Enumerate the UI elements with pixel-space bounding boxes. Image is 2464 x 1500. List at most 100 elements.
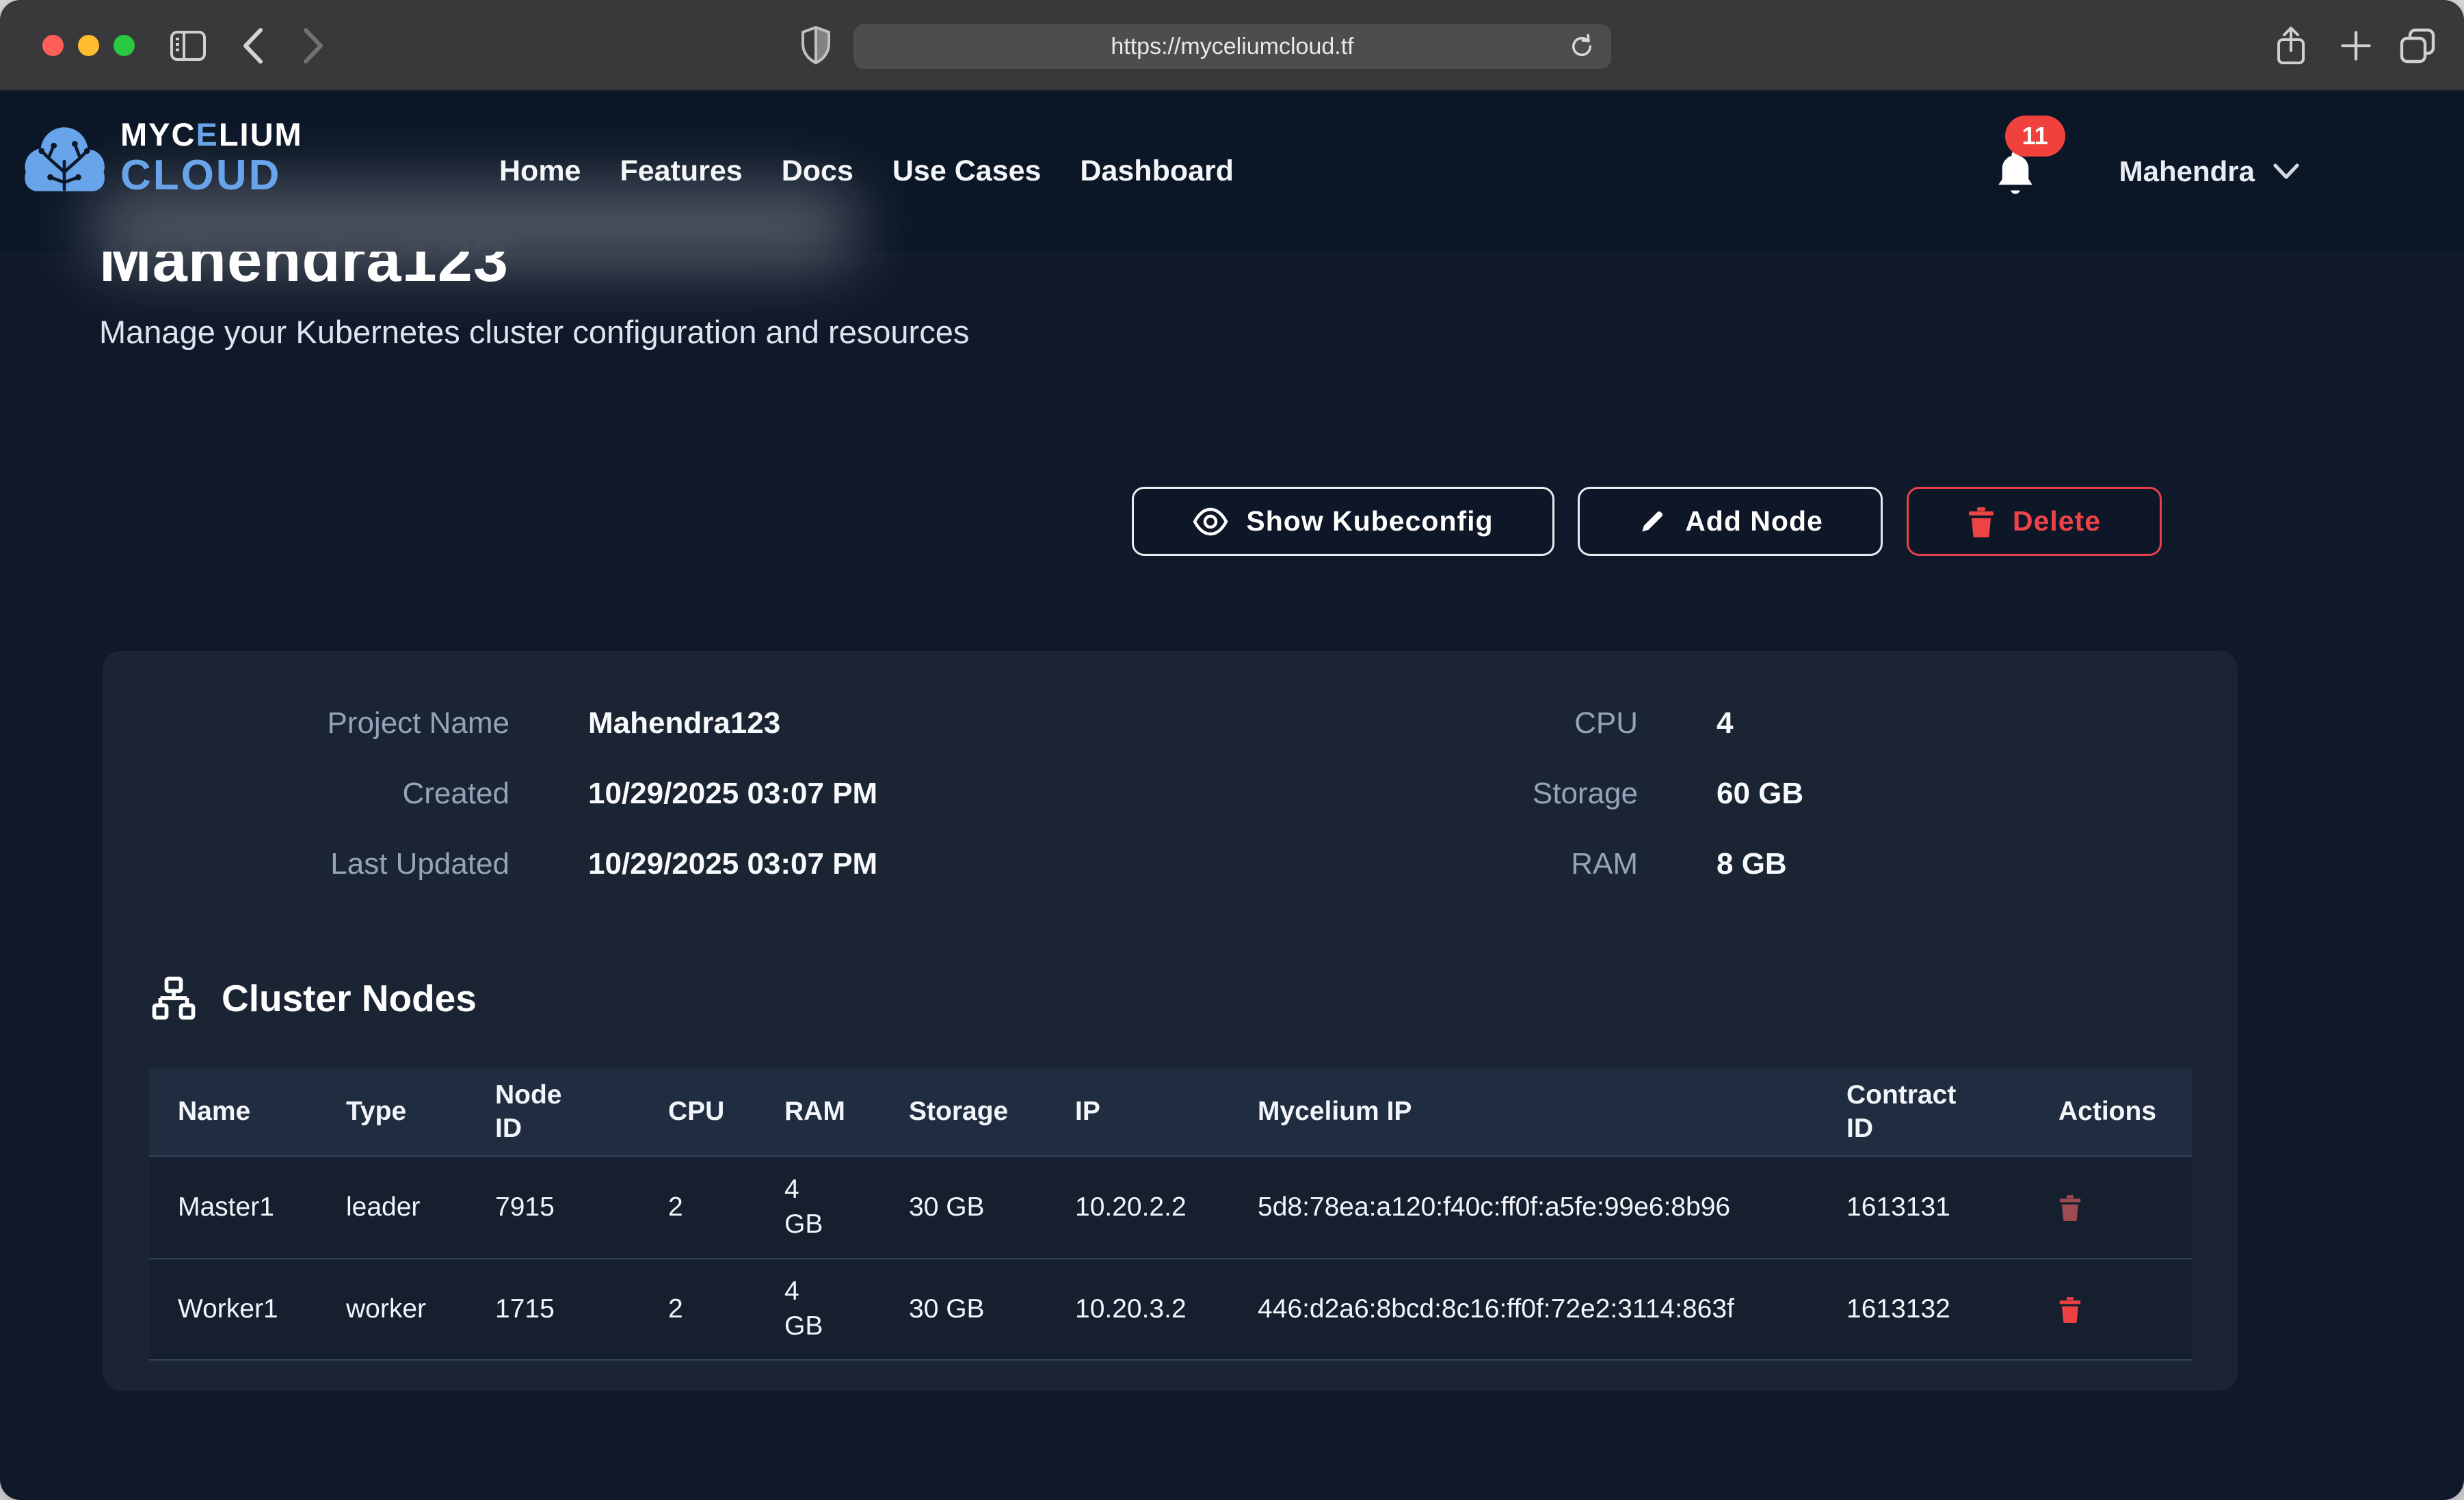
browser-window: https://myceliumcloud.tf Mahendra123 Man… [0, 0, 2464, 1500]
table-row: Master1 leader 7915 2 4 GB 30 GB 10.20.2… [149, 1155, 2193, 1258]
notification-badge: 11 [2005, 116, 2065, 157]
browser-chrome: https://myceliumcloud.tf [0, 0, 2464, 91]
delete-node-button[interactable] [2058, 1194, 2082, 1221]
nav-dashboard[interactable]: Dashboard [1080, 155, 1234, 188]
cell-cpu: 2 [639, 1294, 756, 1324]
main-nav: Home Features Docs Use Cases Dashboard [499, 91, 1234, 252]
network-nodes-icon [149, 974, 198, 1023]
cell-storage: 30 GB [880, 1192, 1046, 1222]
cell-type: leader [317, 1192, 466, 1222]
info-row: Created 10/29/2025 03:07 PM [171, 758, 877, 829]
chevron-down-icon [2273, 163, 2300, 180]
delete-cluster-button[interactable]: Delete [1907, 487, 2162, 556]
col-node-id: Node ID [466, 1079, 639, 1146]
cell-name: Worker1 [149, 1294, 317, 1324]
page-subtitle: Manage your Kubernetes cluster configura… [99, 313, 969, 351]
cell-name: Master1 [149, 1192, 317, 1222]
col-type: Type [317, 1095, 466, 1129]
col-ip: IP [1046, 1095, 1229, 1129]
info-row: CPU 4 [1299, 688, 1803, 758]
col-storage: Storage [880, 1095, 1046, 1129]
trash-icon [1968, 506, 1995, 537]
back-icon[interactable] [233, 0, 274, 91]
notifications-button[interactable]: 11 [1993, 144, 2041, 199]
show-kubeconfig-button[interactable]: Show Kubeconfig [1132, 487, 1554, 556]
last-updated-value: 10/29/2025 03:07 PM [588, 847, 877, 881]
zoom-window-button[interactable] [114, 35, 135, 56]
header-right: 11 Mahendra [1993, 91, 2300, 252]
col-name: Name [149, 1095, 317, 1129]
cell-contract-id: 1613131 [1818, 1192, 2030, 1222]
tab-overview-icon[interactable] [2390, 0, 2445, 91]
close-window-button[interactable] [42, 35, 64, 56]
cell-storage: 30 GB [880, 1294, 1046, 1324]
delete-node-button[interactable] [2058, 1296, 2082, 1323]
cell-actions [2030, 1296, 2193, 1323]
ram-label: RAM [1299, 847, 1638, 881]
url-text: https://myceliumcloud.tf [1111, 34, 1353, 60]
user-menu[interactable]: Mahendra [2119, 155, 2300, 188]
info-row: Project Name Mahendra123 [171, 688, 877, 758]
cell-ram: 4 GB [756, 1274, 880, 1343]
info-row: RAM 8 GB [1299, 829, 1803, 899]
cell-ip: 10.20.2.2 [1046, 1192, 1229, 1222]
created-label: Created [171, 777, 509, 811]
sidebar-toggle-icon[interactable] [164, 0, 212, 91]
nav-features[interactable]: Features [620, 155, 742, 188]
cell-node-id: 1715 [466, 1294, 639, 1324]
share-icon[interactable] [2264, 0, 2318, 91]
cell-mycelium-ip: 446:d2a6:8bcd:8c16:ff0f:72e2:3114:863f [1229, 1290, 1818, 1329]
col-actions: Actions [2030, 1095, 2193, 1129]
table-header-row: Name Type Node ID CPU RAM Storage IP Myc… [149, 1069, 2193, 1155]
nav-docs[interactable]: Docs [782, 155, 853, 188]
logo-text: MYCELIUM CLOUD [120, 118, 303, 197]
cell-type: worker [317, 1294, 466, 1324]
new-tab-icon[interactable] [2329, 0, 2383, 91]
reload-icon[interactable] [1567, 31, 1596, 62]
cell-contract-id: 1613132 [1818, 1294, 2030, 1324]
project-name-value: Mahendra123 [588, 706, 780, 740]
cell-cpu: 2 [639, 1192, 756, 1222]
info-row: Storage 60 GB [1299, 758, 1803, 829]
cell-actions [2030, 1194, 2193, 1221]
storage-value: 60 GB [1717, 777, 1803, 811]
cell-ram: 4 GB [756, 1173, 880, 1242]
delete-label: Delete [2013, 505, 2101, 537]
table-row: Worker1 worker 1715 2 4 GB 30 GB 10.20.3… [149, 1258, 2193, 1361]
cell-mycelium-ip: 5d8:78ea:a120:f40c:ff0f:a5fe:99e6:8b96 [1229, 1188, 1818, 1227]
ram-value: 8 GB [1717, 847, 1787, 881]
mycelium-cloud-logo-icon [21, 121, 108, 195]
nav-home[interactable]: Home [499, 155, 581, 188]
last-updated-label: Last Updated [171, 847, 509, 881]
minimize-window-button[interactable] [78, 35, 99, 56]
eye-icon [1193, 507, 1228, 536]
project-info-right: CPU 4 Storage 60 GB RAM 8 GB [1299, 688, 1803, 899]
username: Mahendra [2119, 155, 2255, 188]
cell-ip: 10.20.3.2 [1046, 1294, 1229, 1324]
cell-node-id: 7915 [466, 1192, 639, 1222]
add-node-label: Add Node [1685, 505, 1823, 537]
forward-icon[interactable] [293, 0, 334, 91]
cluster-card: Project Name Mahendra123 Created 10/29/2… [103, 651, 2238, 1391]
add-node-button[interactable]: Add Node [1578, 487, 1883, 556]
cpu-value: 4 [1717, 706, 1733, 740]
cluster-nodes-table: Name Type Node ID CPU RAM Storage IP Myc… [149, 1069, 2193, 1361]
traffic-lights [42, 35, 135, 56]
project-info-left: Project Name Mahendra123 Created 10/29/2… [171, 688, 877, 899]
nav-use-cases[interactable]: Use Cases [892, 155, 1042, 188]
col-mycelium-ip: Mycelium IP [1229, 1095, 1818, 1129]
col-ram: RAM [756, 1095, 880, 1129]
cluster-nodes-heading: Cluster Nodes [149, 974, 477, 1023]
address-bar[interactable]: https://myceliumcloud.tf [853, 24, 1611, 69]
privacy-shield-icon [792, 0, 840, 91]
col-contract-id: Contract ID [1818, 1079, 2030, 1146]
logo[interactable]: MYCELIUM CLOUD [21, 118, 303, 197]
site-header: MYCELIUM CLOUD Home Features Docs Use Ca… [0, 91, 2464, 252]
show-kubeconfig-label: Show Kubeconfig [1246, 505, 1493, 537]
project-name-label: Project Name [171, 706, 509, 740]
col-cpu: CPU [639, 1095, 756, 1129]
created-value: 10/29/2025 03:07 PM [588, 777, 877, 811]
cpu-label: CPU [1299, 706, 1638, 740]
pencil-icon [1637, 507, 1667, 537]
storage-label: Storage [1299, 777, 1638, 811]
